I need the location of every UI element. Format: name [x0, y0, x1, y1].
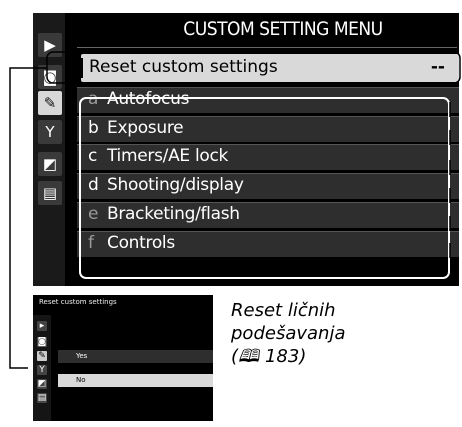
caption: Reset ličnih podešavanja (🕮 183) — [231, 299, 451, 368]
reset-dialog-screen: Reset custom settings ▸ ◙ ✎ Y ◩ ▤ Yes No — [33, 295, 213, 421]
camera-icon: ◙ — [37, 337, 47, 347]
retouch-icon: ◩ — [37, 379, 47, 389]
reset-dialog-sidebar: ▸ ◙ ✎ Y ◩ ▤ — [33, 315, 51, 421]
option-yes[interactable]: Yes — [58, 350, 213, 363]
caption-line-1: Reset ličnih — [231, 300, 336, 321]
pencil-icon: ✎ — [37, 351, 47, 361]
caption-page-reference: (🕮 183) — [231, 346, 307, 367]
option-no-label: No — [76, 376, 86, 384]
reset-row-outline — [46, 51, 461, 84]
caption-line-2: podešavanja — [231, 323, 346, 344]
reset-dialog-title: Reset custom settings — [39, 298, 117, 306]
option-yes-label: Yes — [76, 352, 88, 360]
wrench-icon: Y — [37, 365, 47, 375]
option-no[interactable]: No — [58, 374, 213, 387]
playback-icon: ▸ — [37, 321, 47, 331]
my-menu-icon: ▤ — [37, 393, 47, 403]
